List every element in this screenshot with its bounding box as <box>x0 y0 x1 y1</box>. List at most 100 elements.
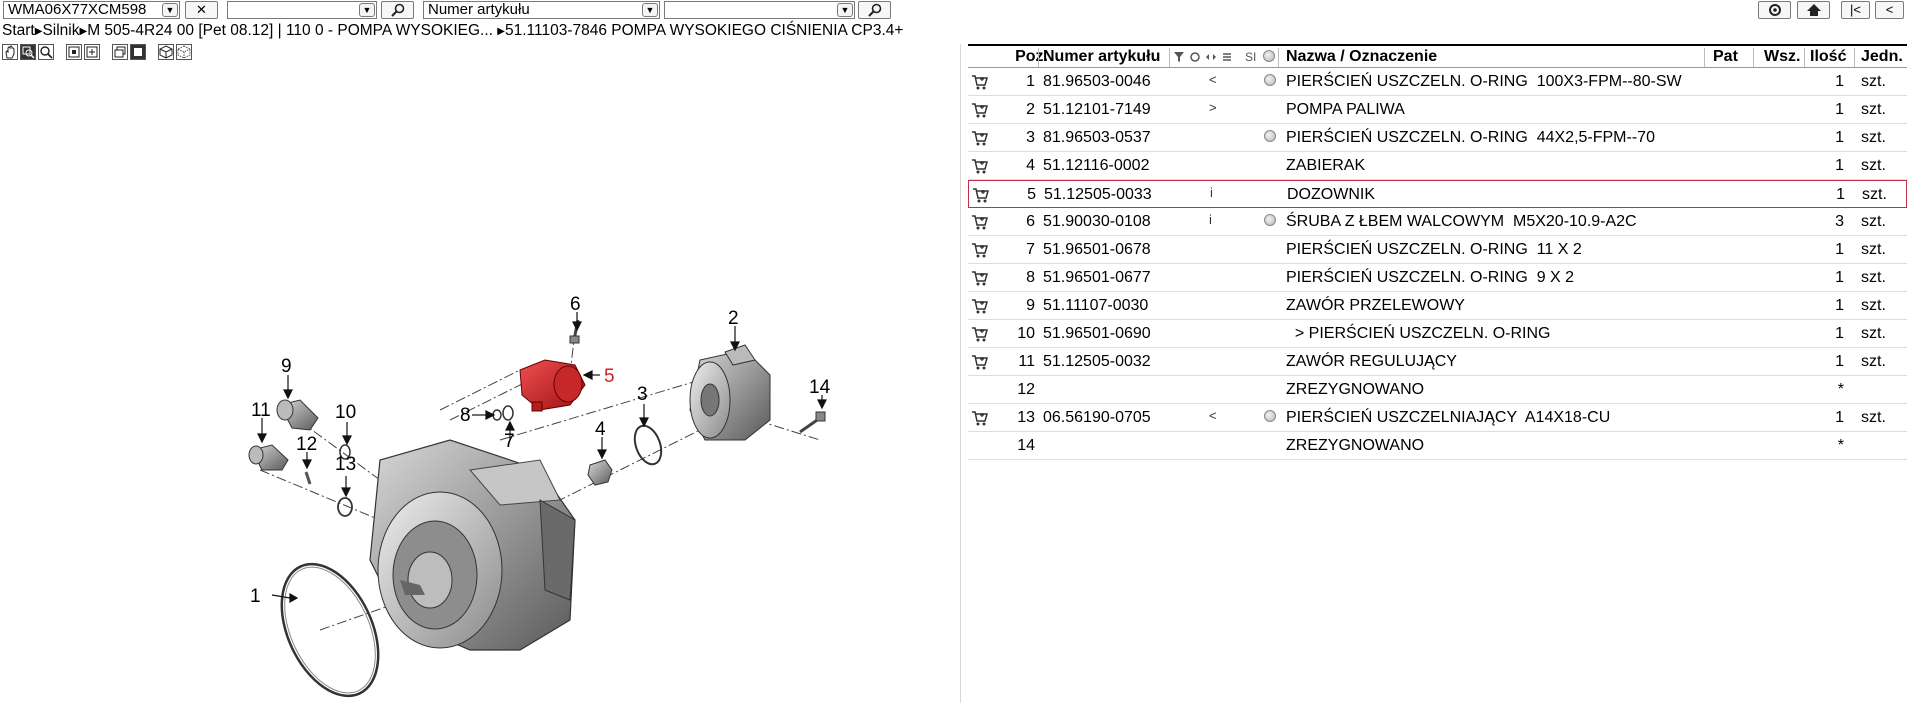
vin-combobox[interactable]: WMA06X77XCM598 ▼ <box>3 1 180 19</box>
table-row[interactable]: 2 51.12101-7149 > POMPA PALIWA 1 szt. <box>968 96 1907 124</box>
breadcrumb-engine[interactable]: Silnik <box>42 22 79 39</box>
col-pat-header[interactable]: Pat <box>1713 48 1738 66</box>
cart-add-icon[interactable] <box>971 213 989 231</box>
fit-view-tool[interactable] <box>66 44 82 60</box>
cart-add-icon[interactable] <box>971 353 989 371</box>
col-pos-header[interactable]: Poz. <box>990 48 1048 66</box>
callout-13[interactable]: 13 <box>335 454 356 475</box>
table-row[interactable]: 13 06.56190-0705 < PIERŚCIEŃ USZCZELNIAJĄCY… <box>968 404 1907 432</box>
cart-add-icon[interactable] <box>971 297 989 315</box>
cart-add-icon[interactable] <box>971 269 989 287</box>
callout-9[interactable]: 9 <box>281 356 292 377</box>
disc-icon[interactable] <box>1264 214 1276 226</box>
cart-add-icon[interactable] <box>971 409 989 427</box>
filter-combobox[interactable]: ▼ <box>227 1 377 19</box>
swap-icon[interactable] <box>1205 51 1217 63</box>
back-button[interactable]: < <box>1875 1 1904 19</box>
cell-number[interactable]: 51.96501-0677 <box>1043 269 1151 287</box>
cell-mark[interactable]: i <box>1210 185 1213 200</box>
cart-add-icon[interactable] <box>972 186 990 204</box>
table-row[interactable]: 6 51.90030-0108 i ŚRUBA Z ŁBEM WALCOWYM M5X… <box>968 208 1907 236</box>
settings-button[interactable] <box>1758 1 1791 19</box>
table-row[interactable]: 9 51.11107-0030 ZAWÓR PRZELEWOWY 1 szt. <box>968 292 1907 320</box>
part-14-screw[interactable] <box>799 411 826 434</box>
pan-hand-tool[interactable] <box>2 44 18 60</box>
zoom-area-tool[interactable] <box>20 44 36 60</box>
col-name-header[interactable]: Nazwa / Oznaczenie <box>1286 48 1437 66</box>
search-input[interactable]: ▼ <box>664 1 855 19</box>
fit-selection-tool[interactable] <box>84 44 100 60</box>
disc-icon[interactable] <box>1264 74 1276 86</box>
callout-7[interactable]: 7 <box>504 431 515 452</box>
part-9-overflow-valve[interactable] <box>276 399 319 431</box>
refresh-icon[interactable] <box>1189 51 1201 63</box>
3d-wire-tool[interactable] <box>176 44 192 60</box>
chevron-down-icon[interactable]: ▼ <box>359 3 375 17</box>
cart-add-icon[interactable] <box>971 129 989 147</box>
part-7-oring[interactable] <box>502 405 514 421</box>
cart-add-icon[interactable] <box>971 73 989 91</box>
cell-mark[interactable]: < <box>1209 408 1217 423</box>
list-icon[interactable] <box>1221 51 1233 63</box>
chevron-down-icon[interactable]: ▼ <box>837 3 853 17</box>
clear-button[interactable]: ✕ <box>185 1 218 19</box>
part-4-coupling[interactable] <box>587 459 613 486</box>
table-row[interactable]: 8 51.96501-0677 PIERŚCIEŃ USZCZELN. O-RING… <box>968 264 1907 292</box>
cart-add-icon[interactable] <box>971 325 989 343</box>
table-row[interactable]: 4 51.12116-0002 ZABIERAK 1 szt. <box>968 152 1907 180</box>
disc-icon[interactable] <box>1264 130 1276 142</box>
table-row[interactable]: 3 81.96503-0537 PIERŚCIEŃ USZCZELN. O-RING… <box>968 124 1907 152</box>
solid-view-tool[interactable] <box>130 44 146 60</box>
table-row[interactable]: 5 51.12505-0033 i DOZOWNIK 1 szt. <box>968 180 1907 208</box>
cell-mark[interactable]: i <box>1209 212 1212 227</box>
chevron-down-icon[interactable]: ▼ <box>642 3 658 17</box>
first-page-button[interactable]: |< <box>1841 1 1870 19</box>
table-row[interactable]: 14 ZREZYGNOWANO * <box>968 432 1907 460</box>
col-si-header[interactable]: SI <box>1245 50 1256 64</box>
disc-header-icon[interactable] <box>1263 50 1275 62</box>
filter-icon[interactable] <box>1173 51 1185 63</box>
callout-6[interactable]: 6 <box>570 294 581 315</box>
cell-number[interactable]: 51.12116-0002 <box>1043 157 1149 175</box>
col-wsz-header[interactable]: Wsz. <box>1764 48 1800 66</box>
panel-splitter[interactable] <box>960 44 961 703</box>
cell-number[interactable]: 51.11107-0030 <box>1043 297 1148 315</box>
table-row[interactable]: 12 ZREZYGNOWANO * <box>968 376 1907 404</box>
col-qty-header[interactable]: Ilość <box>1810 48 1846 66</box>
part-12-pin[interactable] <box>304 471 312 485</box>
search-button-1[interactable] <box>381 1 414 19</box>
cell-number[interactable]: 51.12101-7149 <box>1043 101 1151 119</box>
table-row[interactable]: 11 51.12505-0032 ZAWÓR REGULUJĄCY 1 szt. <box>968 348 1907 376</box>
cell-number[interactable]: 51.12505-0033 <box>1044 186 1152 204</box>
breadcrumb-start[interactable]: Start <box>2 22 35 39</box>
callout-14[interactable]: 14 <box>809 377 831 398</box>
cell-number[interactable]: 51.12505-0032 <box>1043 353 1151 371</box>
callout-1[interactable]: 1 <box>250 586 261 607</box>
part-5-metering-unit[interactable] <box>519 359 586 412</box>
callout-8[interactable]: 8 <box>460 405 471 426</box>
callout-10[interactable]: 10 <box>335 402 356 423</box>
callout-2[interactable]: 2 <box>728 308 739 329</box>
cell-number[interactable]: 81.96503-0537 <box>1043 129 1151 147</box>
3d-view-tool[interactable] <box>158 44 174 60</box>
part-3-oring[interactable] <box>630 422 666 468</box>
search-type-combobox[interactable]: Numer artykułu ▼ <box>423 1 660 19</box>
callout-3[interactable]: 3 <box>637 384 648 405</box>
table-row[interactable]: 7 51.96501-0678 PIERŚCIEŃ USZCZELN. O-RING… <box>968 236 1907 264</box>
cell-number[interactable]: 51.96501-0678 <box>1043 241 1151 259</box>
cell-number[interactable]: 51.90030-0108 <box>1043 213 1151 231</box>
cell-mark[interactable]: < <box>1209 72 1217 87</box>
callout-11[interactable]: 11 <box>251 400 271 421</box>
table-row[interactable]: 10 51.96501-0690 > PIERŚCIEŃ USZCZELN. O-… <box>968 320 1907 348</box>
search-button-2[interactable] <box>858 1 891 19</box>
part-2-fuel-pump[interactable] <box>689 344 771 441</box>
cell-number[interactable]: 81.96503-0046 <box>1043 73 1151 91</box>
cart-add-icon[interactable] <box>971 241 989 259</box>
cell-number[interactable]: 51.96501-0690 <box>1043 325 1151 343</box>
exploded-parts-drawing[interactable]: 1 2 3 4 5 6 7 8 9 10 11 12 13 14 <box>0 62 955 703</box>
cell-number[interactable]: 06.56190-0705 <box>1043 409 1151 427</box>
col-number-header[interactable]: Numer artykułu <box>1043 48 1160 66</box>
chevron-down-icon[interactable]: ▼ <box>162 3 178 17</box>
callout-4[interactable]: 4 <box>595 419 606 440</box>
cart-add-icon[interactable] <box>971 101 989 119</box>
